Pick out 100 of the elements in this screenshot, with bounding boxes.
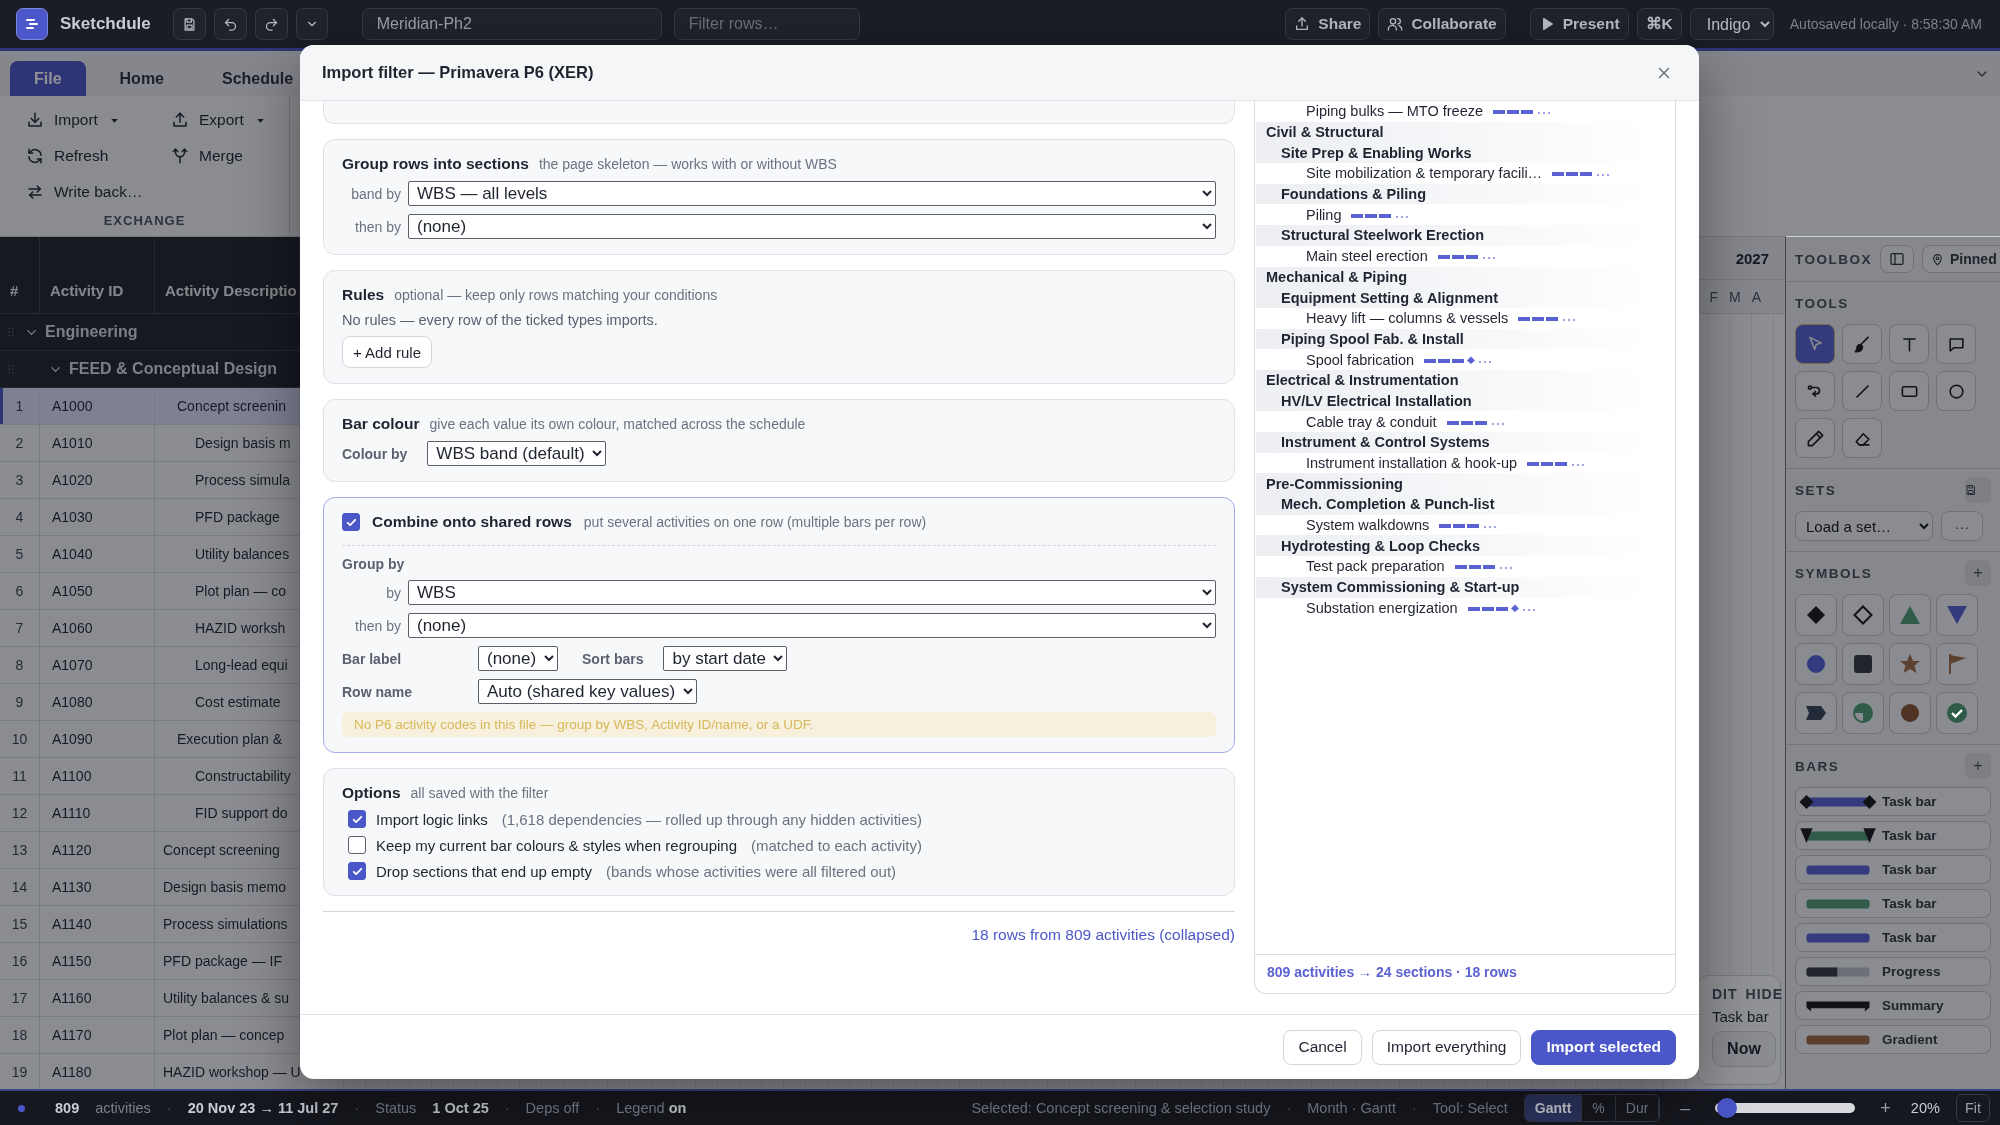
bar-style-item[interactable]: Task bar xyxy=(1795,889,1991,918)
add-bar-button[interactable]: + xyxy=(1965,753,1991,779)
symbol-tile[interactable] xyxy=(1936,594,1978,636)
table-row[interactable]: 18 A1170 Plot plan — concep xyxy=(0,1017,300,1054)
colour-select[interactable]: WBS band (default) xyxy=(427,441,607,466)
slider-thumb[interactable] xyxy=(1717,1098,1738,1118)
circle-tool-button[interactable] xyxy=(1936,371,1976,411)
symbol-tile[interactable] xyxy=(1795,643,1837,685)
table-row[interactable]: 11 A1100 Constructability xyxy=(0,758,300,795)
view-toggle[interactable]: Gantt xyxy=(1524,1095,1583,1121)
add-symbol-button[interactable]: + xyxy=(1965,560,1991,586)
dialog-button[interactable]: Cancel xyxy=(1283,1029,1362,1065)
refresh-command[interactable]: Refresh xyxy=(26,142,171,170)
symbol-tile[interactable] xyxy=(1795,594,1837,636)
save-set-button[interactable] xyxy=(1965,477,1991,503)
table-row[interactable]: 1 A1000 Concept screenin xyxy=(0,388,300,425)
symbol-tile[interactable] xyxy=(1842,643,1884,685)
table-row[interactable]: 10 A1090 Execution plan & xyxy=(0,721,300,758)
table-row[interactable]: 14 A1130 Design basis memo xyxy=(0,869,300,906)
pinned-button[interactable]: Pinned xyxy=(1922,245,2000,273)
band-select[interactable]: WBS — all levels xyxy=(408,181,1216,206)
bar-label-select[interactable]: (none) xyxy=(478,646,558,671)
table-row[interactable]: 13 A1120 Concept screening xyxy=(0,832,300,869)
row-name-select[interactable]: Auto (shared key values) xyxy=(478,679,697,704)
merge-command[interactable]: Merge xyxy=(171,142,301,170)
line-tool-button[interactable] xyxy=(1842,371,1882,411)
popup-action[interactable]: DIT xyxy=(1712,986,1738,1002)
present-button[interactable]: Present xyxy=(1529,8,1629,40)
table-row[interactable]: 9 A1080 Cost estimate xyxy=(0,684,300,721)
bar-style-item[interactable]: Task bar xyxy=(1795,787,1991,816)
bar-style-item[interactable]: Task bar xyxy=(1795,923,1991,952)
sort-select[interactable]: by start date xyxy=(663,646,788,671)
table-row[interactable]: 15 A1140 Process simulations xyxy=(0,906,300,943)
undo-button[interactable] xyxy=(213,8,247,40)
select-tool-button[interactable] xyxy=(1795,324,1835,364)
add-rule-button[interactable]: + Add rule xyxy=(342,336,432,368)
set-select[interactable]: Load a set… xyxy=(1795,511,1933,541)
table-row[interactable]: 7 A1060 HAZID worksh xyxy=(0,610,300,647)
fit-button[interactable]: Fit xyxy=(1955,1094,1990,1122)
ribbon-tab[interactable]: Schedule xyxy=(198,61,318,96)
ribbon-tab[interactable]: Home xyxy=(95,61,188,96)
pencil-tool-button[interactable] xyxy=(1795,418,1835,458)
symbol-tile[interactable] xyxy=(1889,692,1931,734)
checkbox[interactable] xyxy=(348,810,366,828)
symbol-tile[interactable] xyxy=(1936,643,1978,685)
filter-field[interactable]: Filter rows… xyxy=(673,8,860,40)
table-row[interactable]: 17 A1160 Utility balances & su xyxy=(0,980,300,1017)
comment-tool-button[interactable] xyxy=(1936,324,1976,364)
eraser-tool-button[interactable] xyxy=(1842,418,1882,458)
group-select[interactable]: (none) xyxy=(408,613,1216,638)
import-command[interactable]: Import xyxy=(26,106,171,134)
bar-style-item[interactable]: Progress xyxy=(1795,957,1991,986)
collaborate-button[interactable]: Collaborate xyxy=(1378,8,1506,40)
save-button[interactable] xyxy=(172,8,206,40)
share-button[interactable]: Share xyxy=(1285,8,1371,40)
dialog-button[interactable]: Import everything xyxy=(1371,1029,1522,1065)
palette-button[interactable]: ⌘K xyxy=(1636,8,1682,40)
symbol-tile[interactable] xyxy=(1842,594,1884,636)
write-back-command[interactable]: Write back… xyxy=(26,178,171,206)
zoom-out-button[interactable]: – xyxy=(1676,1097,1695,1119)
bar-style-item[interactable]: Gradient xyxy=(1795,1025,1991,1054)
checkbox[interactable] xyxy=(348,836,366,854)
zoom-in-button[interactable]: + xyxy=(1876,1097,1895,1119)
symbol-tile[interactable] xyxy=(1936,692,1978,734)
export-command[interactable]: Export xyxy=(171,106,301,134)
rectangle-tool-button[interactable] xyxy=(1889,371,1929,411)
connector-tool-button[interactable] xyxy=(1795,371,1835,411)
bar-style-item[interactable]: Task bar xyxy=(1795,855,1991,884)
popup-action[interactable]: HIDE xyxy=(1745,986,1783,1002)
table-row[interactable]: 6 A1050 Plot plan — co xyxy=(0,573,300,610)
view-toggle[interactable]: Dur xyxy=(1615,1095,1660,1121)
table-row[interactable]: 5 A1040 Utility balances xyxy=(0,536,300,573)
checkbox[interactable] xyxy=(348,862,366,880)
table-row[interactable]: 3 A1020 Process simula xyxy=(0,462,300,499)
brush-tool-button[interactable] xyxy=(1842,324,1882,364)
bar-style-item[interactable]: Summary xyxy=(1795,991,1991,1020)
theme-select[interactable]: Indigo xyxy=(1689,8,1774,40)
group-select[interactable]: WBS xyxy=(408,580,1216,605)
more-button[interactable]: ··· xyxy=(1941,511,1983,541)
dialog-button[interactable]: Import selected xyxy=(1531,1029,1676,1065)
dock-button[interactable] xyxy=(1880,245,1914,273)
band-select[interactable]: (none) xyxy=(408,214,1216,239)
symbol-tile[interactable] xyxy=(1889,643,1931,685)
table-row[interactable]: 16 A1150 PFD package — IF xyxy=(0,943,300,980)
symbol-tile[interactable] xyxy=(1842,692,1884,734)
bar-style-item[interactable]: Task bar xyxy=(1795,821,1991,850)
activity-id-cell: A1110 xyxy=(40,795,155,831)
redo-button[interactable] xyxy=(254,8,288,40)
project-name-field[interactable]: Meridian-Ph2 xyxy=(361,8,662,40)
ribbon-tab[interactable]: File xyxy=(10,61,86,96)
checkbox[interactable] xyxy=(342,513,360,531)
text-tool-button[interactable] xyxy=(1889,324,1929,364)
table-row[interactable]: 4 A1030 PFD package xyxy=(0,499,300,536)
view-toggle[interactable]: % xyxy=(1582,1095,1616,1121)
symbol-tile[interactable] xyxy=(1795,692,1837,734)
table-row[interactable]: 12 A1110 FID support do xyxy=(0,795,300,832)
now-button[interactable]: Now xyxy=(1712,1031,1776,1067)
symbol-tile[interactable] xyxy=(1889,594,1931,636)
table-row[interactable]: 8 A1070 Long-lead equi xyxy=(0,647,300,684)
table-row[interactable]: 2 A1010 Design basis m xyxy=(0,425,300,462)
